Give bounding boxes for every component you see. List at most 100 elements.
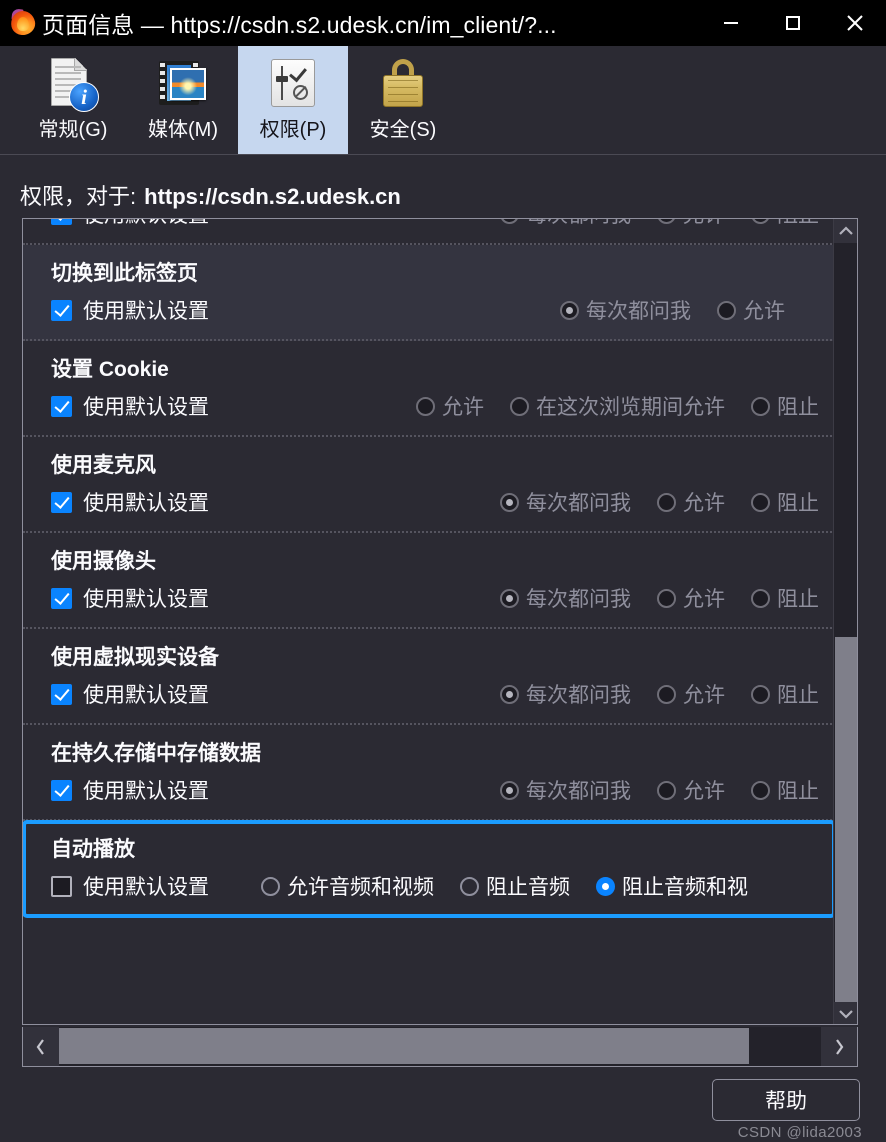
use-default-checkbox[interactable]: 使用默认设置 (51, 775, 209, 805)
permission-row[interactable]: 切换到此标签页 使用默认设置 每次都问我 允许 (23, 245, 835, 341)
radio-unselected-icon (657, 219, 676, 224)
permissions-header-prefix: 权限，对于: (20, 184, 137, 209)
horizontal-scrollbar[interactable] (22, 1027, 858, 1067)
window-titlebar: 页面信息 — https://csdn.s2.udesk.cn/im_clien… (0, 0, 886, 46)
permission-row[interactable]: 使用摄像头使用默认设置 每次都问我 允许 阻止 (23, 533, 835, 629)
permission-option-label: 阻止 (777, 492, 819, 515)
permission-options: 每次都问我 允许 阻止 (474, 583, 835, 613)
permission-option: 每次都问我 (500, 219, 631, 229)
permission-option: 阻止 (751, 679, 819, 709)
permissions-header: 权限，对于: https://csdn.s2.udesk.cn (0, 155, 886, 227)
minimize-button[interactable] (700, 0, 762, 46)
permission-option[interactable]: 阻止音频和视 (596, 871, 748, 901)
help-button[interactable]: 帮助 (712, 1079, 860, 1121)
permission-option-label: 阻止音频 (486, 876, 570, 899)
permission-option-label: 允许 (743, 300, 785, 323)
checkbox-unchecked-icon[interactable] (51, 875, 72, 897)
permission-row[interactable]: 使用虚拟现实设备使用默认设置 每次都问我 允许 阻止 (23, 629, 835, 725)
permission-option-label: 每次都问我 (526, 588, 631, 611)
permission-controls: 使用默认设置 每次都问我 允许 阻止 (23, 679, 835, 709)
permission-option-label: 允许 (683, 780, 725, 803)
permission-option: 允许 (416, 391, 484, 421)
scroll-down-button[interactable] (834, 1002, 857, 1024)
radio-unselected-icon (657, 684, 676, 704)
radio-selected-icon (500, 780, 519, 800)
permission-row[interactable]: 使用默认设置 每次都问我 允许 阻止 (23, 219, 835, 245)
use-default-checkbox[interactable]: 使用默认设置 (51, 679, 209, 709)
checkbox-checked-icon[interactable] (51, 779, 72, 801)
vertical-scrollbar[interactable] (833, 219, 857, 1024)
permission-title: 使用虚拟现实设备 (51, 646, 219, 669)
radio-unselected-icon (751, 219, 770, 224)
checkbox-checked-icon[interactable] (51, 395, 72, 417)
permission-option-label: 阻止 (777, 684, 819, 707)
permission-controls: 使用默认设置 每次都问我 允许 阻止 (23, 487, 835, 517)
scroll-left-button[interactable] (23, 1027, 59, 1066)
checkbox-checked-icon[interactable] (51, 299, 72, 321)
permission-title: 使用摄像头 (51, 550, 156, 573)
permission-title: 使用麦克风 (51, 454, 156, 477)
permission-options: 每次都问我 允许 阻止 (474, 487, 835, 517)
use-default-checkbox[interactable]: 使用默认设置 (51, 391, 209, 421)
permission-option: 每次都问我 (500, 679, 631, 709)
permission-row[interactable]: 设置 Cookie 使用默认设置 允许 在这次浏览期间允许 阻止 (23, 341, 835, 437)
horizontal-scrollbar-track[interactable] (59, 1027, 821, 1066)
radio-unselected-icon[interactable] (460, 876, 479, 896)
permission-option-label: 阻止 (777, 780, 819, 803)
maximize-button[interactable] (762, 0, 824, 46)
permission-options: 每次都问我 允许 阻止 (474, 679, 835, 709)
scroll-up-button[interactable] (834, 219, 857, 243)
permission-option: 允许 (657, 219, 725, 229)
use-default-checkbox[interactable]: 使用默认设置 (51, 871, 209, 901)
permission-option-label: 允许 (683, 684, 725, 707)
permission-option: 阻止 (751, 583, 819, 613)
permission-option[interactable]: 阻止音频 (460, 871, 570, 901)
scroll-right-button[interactable] (821, 1027, 857, 1066)
permission-option: 阻止 (751, 391, 819, 421)
permission-option: 在这次浏览期间允许 (510, 391, 725, 421)
permission-option-label: 允许 (683, 219, 725, 229)
permission-options: 每次都问我 允许 阻止 (474, 219, 835, 229)
tab-security[interactable]: 安全(S) (348, 46, 458, 154)
checkbox-checked-icon[interactable] (51, 219, 72, 225)
radio-selected-icon (560, 300, 579, 320)
permissions-list: 使用默认设置每次都问我允许阻止切换到此标签页使用默认设置每次都问我允许设置 Co… (23, 219, 835, 918)
close-button[interactable] (824, 0, 886, 46)
permission-option-label: 每次都问我 (526, 219, 631, 229)
checkbox-checked-icon[interactable] (51, 587, 72, 609)
tab-media[interactable]: 媒体(M) (128, 46, 238, 154)
checkbox-checked-icon[interactable] (51, 683, 72, 705)
tab-permissions[interactable]: 权限(P) (238, 46, 348, 154)
permission-option-label: 允许 (683, 492, 725, 515)
permission-option-label: 阻止 (777, 396, 819, 419)
tab-media-label: 媒体(M) (148, 119, 218, 141)
use-default-checkbox[interactable]: 使用默认设置 (51, 219, 209, 229)
permission-option: 允许 (657, 487, 725, 517)
tab-general[interactable]: i 常规(G) (18, 46, 128, 154)
permissions-viewport: 使用默认设置每次都问我允许阻止切换到此标签页使用默认设置每次都问我允许设置 Co… (23, 219, 835, 1024)
use-default-label: 使用默认设置 (83, 219, 209, 229)
permission-option-label: 阻止音频和视 (622, 876, 748, 899)
padlock-icon (373, 55, 433, 115)
radio-selected-icon[interactable] (596, 876, 615, 896)
permission-option-label: 每次都问我 (526, 684, 631, 707)
use-default-checkbox[interactable]: 使用默认设置 (51, 583, 209, 613)
permission-option[interactable]: 允许音频和视频 (261, 871, 434, 901)
permission-title: 自动播放 (51, 838, 135, 861)
use-default-checkbox[interactable]: 使用默认设置 (51, 295, 209, 325)
permissions-listbox: 使用默认设置每次都问我允许阻止切换到此标签页使用默认设置每次都问我允许设置 Co… (22, 218, 858, 1025)
permission-title: 设置 Cookie (51, 358, 169, 381)
permission-row[interactable]: 使用麦克风使用默认设置 每次都问我 允许 阻止 (23, 437, 835, 533)
permission-options: 每次都问我 允许 阻止 (474, 775, 835, 805)
radio-unselected-icon[interactable] (261, 876, 280, 896)
vertical-scrollbar-thumb[interactable] (835, 637, 857, 1005)
permission-option: 每次都问我 (500, 487, 631, 517)
horizontal-scrollbar-thumb[interactable] (59, 1028, 749, 1064)
use-default-label: 使用默认设置 (83, 396, 209, 419)
permission-row[interactable]: 自动播放使用默认设置 允许音频和视频 阻止音频 阻止音频和视 (23, 820, 835, 918)
permission-row[interactable]: 在持久存储中存储数据 使用默认设置 每次都问我 允许 阻止 (23, 725, 835, 821)
use-default-checkbox[interactable]: 使用默认设置 (51, 487, 209, 517)
checkbox-checked-icon[interactable] (51, 491, 72, 513)
permission-option-label: 每次都问我 (586, 300, 691, 323)
permission-controls: 使用默认设置 每次都问我 允许 阻止 (23, 583, 835, 613)
